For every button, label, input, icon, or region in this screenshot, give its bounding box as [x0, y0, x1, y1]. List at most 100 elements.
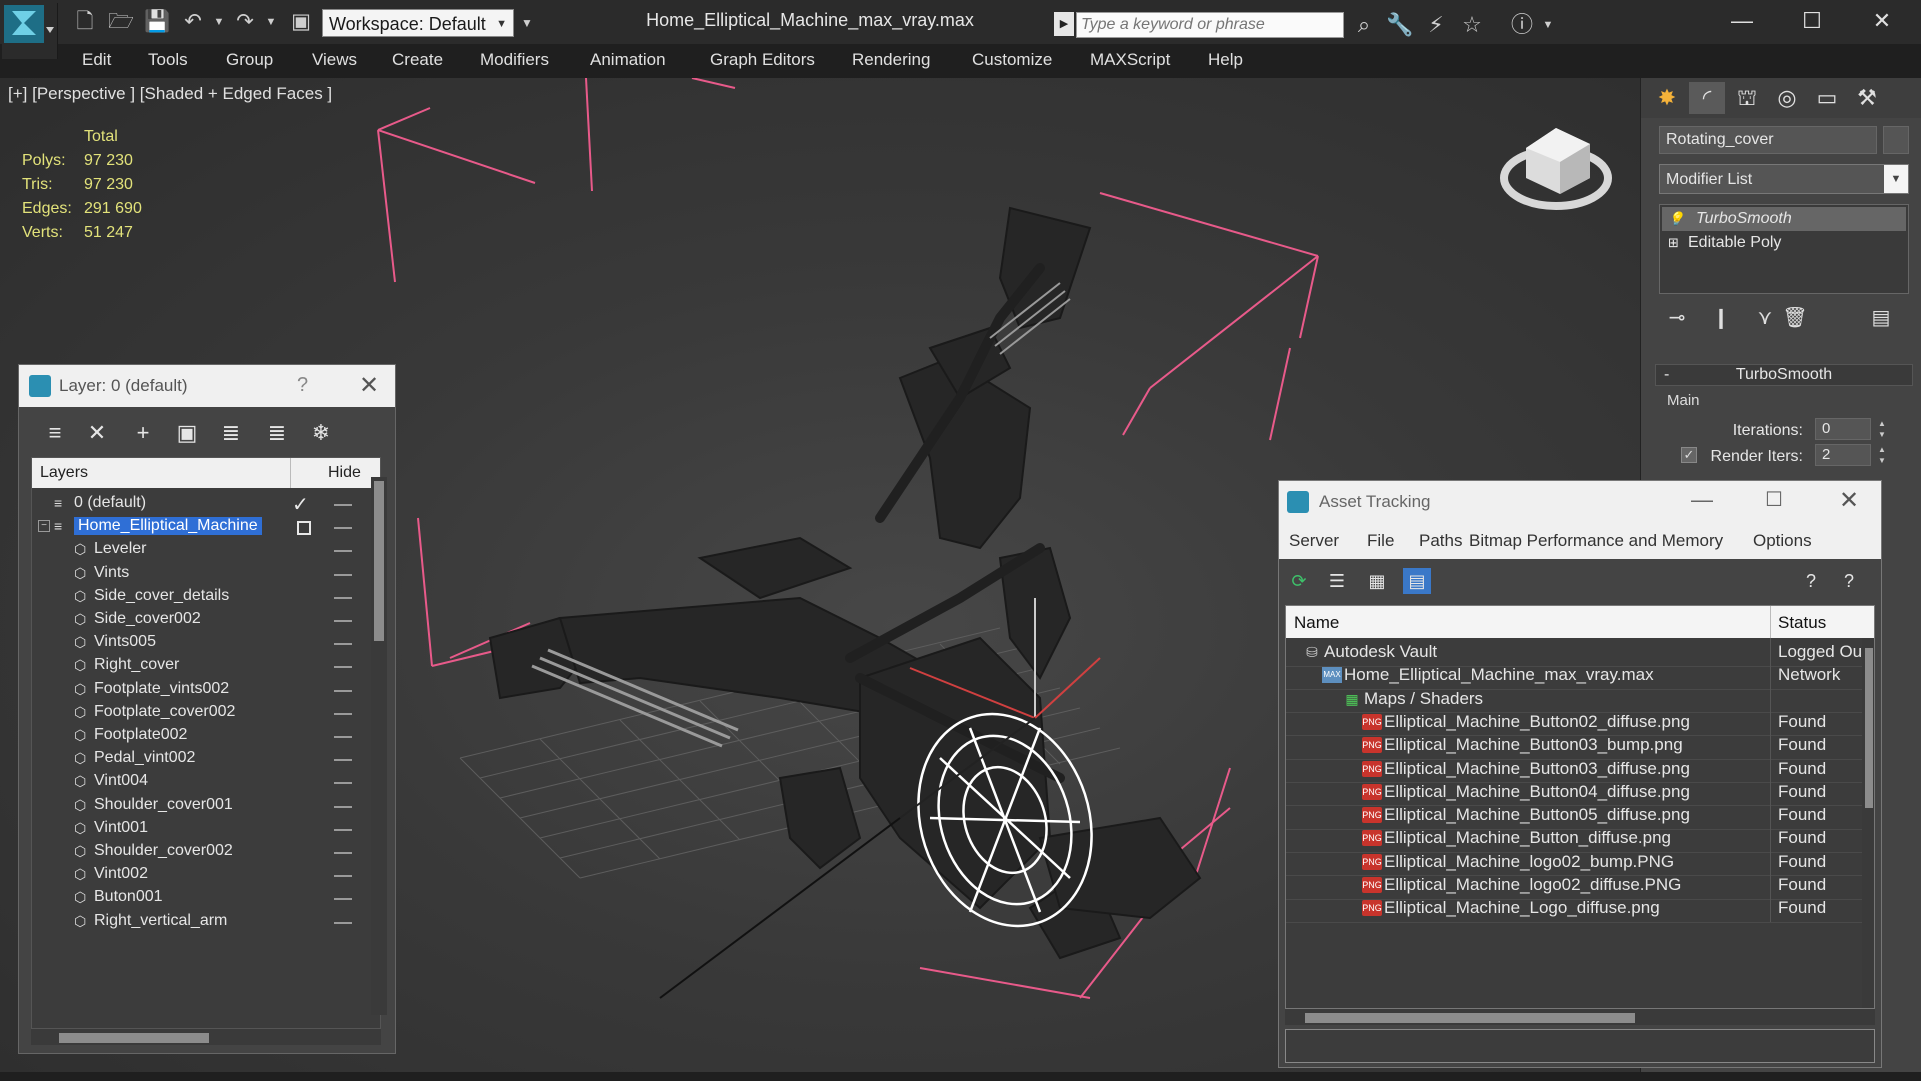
- layer-horizontal-scrollbar[interactable]: [31, 1029, 381, 1045]
- column-layers[interactable]: Layers: [40, 464, 88, 482]
- menu-options[interactable]: Options: [1753, 531, 1812, 551]
- close-icon[interactable]: ✕: [359, 371, 379, 400]
- menu-file[interactable]: File: [1367, 531, 1394, 551]
- render-iters-checkbox[interactable]: ✓: [1681, 447, 1697, 463]
- thumbnail-view-icon[interactable]: ▦: [1363, 568, 1391, 594]
- help-icon[interactable]: ?: [297, 374, 308, 397]
- hierarchy-tab-icon[interactable]: ⛫: [1729, 82, 1765, 114]
- add-to-layer-icon[interactable]: +: [129, 419, 157, 447]
- hide-toggle[interactable]: [334, 550, 352, 553]
- minimize-icon[interactable]: —: [1720, 6, 1764, 36]
- select-objects-icon[interactable]: ▣: [173, 419, 201, 447]
- hide-toggle[interactable]: [334, 504, 352, 506]
- menu-maxscript[interactable]: MAXScript: [1090, 50, 1170, 70]
- iterations-spinner[interactable]: 0: [1815, 418, 1871, 440]
- scrollbar-thumb[interactable]: [59, 1033, 209, 1043]
- save-icon[interactable]: 💾: [144, 10, 170, 34]
- asset-row[interactable]: PNG Elliptical_Machine_Logo_diffuse.png Fo…: [1286, 894, 1862, 923]
- menu-rendering[interactable]: Rendering: [852, 50, 930, 70]
- rollout-header[interactable]: - TurboSmooth: [1655, 364, 1913, 386]
- freeze-all-icon[interactable]: ❄: [307, 419, 335, 447]
- communication-icon[interactable]: ⚡: [1422, 12, 1450, 38]
- expand-plus-icon[interactable]: ⊞: [1668, 231, 1684, 255]
- search-input[interactable]: [1076, 12, 1344, 38]
- configure-sets-icon[interactable]: ▤: [1867, 304, 1895, 332]
- set-current-layer-checkbox[interactable]: [297, 521, 311, 536]
- column-status[interactable]: Status: [1778, 613, 1826, 633]
- menu-server[interactable]: Server: [1289, 531, 1339, 551]
- create-layer-icon[interactable]: ≡: [41, 419, 69, 447]
- new-file-icon[interactable]: 🗋: [72, 10, 98, 34]
- menu-paths[interactable]: Paths: [1419, 531, 1462, 551]
- create-tab-icon[interactable]: ✸: [1649, 82, 1685, 114]
- hide-toggle[interactable]: [334, 759, 352, 762]
- hide-toggle[interactable]: [334, 620, 352, 622]
- remove-modifier-icon[interactable]: 🗑: [1781, 304, 1809, 332]
- table-view-icon[interactable]: ▤: [1403, 568, 1431, 594]
- hide-toggle[interactable]: [334, 898, 352, 901]
- redo-dropdown-icon[interactable]: ▼: [258, 10, 284, 34]
- layer-dialog-titlebar[interactable]: Layer: 0 (default) ? ✕: [19, 365, 395, 407]
- hide-toggle[interactable]: [334, 875, 352, 878]
- hide-toggle[interactable]: [334, 527, 352, 530]
- pin-stack-icon[interactable]: ⊸: [1663, 304, 1691, 332]
- help-icon[interactable]: ?: [1797, 568, 1825, 594]
- hide-toggle[interactable]: [334, 828, 352, 831]
- minimize-icon[interactable]: —: [1691, 487, 1713, 513]
- help-icon[interactable]: ⓘ: [1508, 12, 1536, 38]
- help-dropdown-icon[interactable]: ▼: [1534, 12, 1562, 38]
- object-name-field[interactable]: [1659, 126, 1877, 154]
- column-name[interactable]: Name: [1294, 613, 1339, 633]
- list-view-icon[interactable]: ☰: [1323, 568, 1351, 594]
- workspace-select[interactable]: Workspace: Default ▼: [322, 9, 514, 37]
- stack-item-turbosmooth[interactable]: 💡 TurboSmooth: [1662, 207, 1906, 231]
- lightbulb-icon[interactable]: 💡: [1668, 207, 1684, 231]
- render-iters-spinner[interactable]: 2: [1815, 444, 1871, 466]
- scrollbar-thumb[interactable]: [1305, 1013, 1635, 1023]
- hide-toggle[interactable]: [334, 736, 352, 738]
- menu-edit[interactable]: Edit: [82, 50, 111, 70]
- menu-views[interactable]: Views: [312, 50, 357, 70]
- hide-toggle[interactable]: [334, 782, 352, 785]
- menu-modifiers[interactable]: Modifiers: [480, 50, 549, 70]
- show-end-result-icon[interactable]: ❙: [1707, 304, 1735, 332]
- modifier-list-dropdown[interactable]: Modifier List ▼: [1659, 164, 1909, 194]
- collapse-icon[interactable]: −: [38, 520, 50, 533]
- hide-toggle[interactable]: [334, 596, 352, 599]
- modify-tab-icon[interactable]: ◜: [1689, 82, 1725, 114]
- utilities-tab-icon[interactable]: ⚒: [1849, 82, 1885, 114]
- redo-icon[interactable]: ↷: [232, 10, 258, 34]
- make-unique-icon[interactable]: ⋎: [1751, 304, 1779, 332]
- delete-layer-icon[interactable]: ✕: [83, 419, 111, 447]
- maximize-icon[interactable]: ☐: [1790, 6, 1834, 36]
- undo-icon[interactable]: ↶: [180, 10, 206, 34]
- workspace-menu-icon[interactable]: ▼: [516, 12, 538, 34]
- spinner-arrows-icon[interactable]: ▲ ▼: [1875, 444, 1889, 466]
- hide-toggle[interactable]: [334, 573, 352, 576]
- menu-group[interactable]: Group: [226, 50, 273, 70]
- hide-all-icon[interactable]: ≣: [263, 419, 291, 447]
- menu-bitmap-performance[interactable]: Bitmap Performance and Memory: [1469, 531, 1723, 551]
- menu-graph-editors[interactable]: Graph Editors: [710, 50, 815, 70]
- wrench-icon[interactable]: 🔧: [1386, 12, 1414, 38]
- hide-toggle[interactable]: [334, 852, 352, 854]
- search-expand-icon[interactable]: ▶: [1054, 12, 1074, 36]
- close-icon[interactable]: ✕: [1860, 6, 1904, 36]
- scrollbar-thumb[interactable]: [1865, 648, 1873, 808]
- close-icon[interactable]: ✕: [1839, 486, 1859, 515]
- hide-toggle[interactable]: [334, 712, 352, 715]
- object-color-swatch[interactable]: [1883, 126, 1909, 154]
- menu-animation[interactable]: Animation: [590, 50, 666, 70]
- hide-toggle[interactable]: [334, 921, 352, 924]
- asset-dialog-titlebar[interactable]: Asset Tracking — ☐ ✕: [1279, 481, 1881, 523]
- display-tab-icon[interactable]: ▭: [1809, 82, 1845, 114]
- menu-tools[interactable]: Tools: [148, 50, 188, 70]
- hide-toggle[interactable]: [334, 643, 352, 646]
- help-context-icon[interactable]: ?: [1835, 568, 1863, 594]
- refresh-icon[interactable]: ⟳: [1285, 568, 1313, 594]
- asset-vertical-scrollbar[interactable]: [1862, 638, 1874, 1008]
- menu-create[interactable]: Create: [392, 50, 443, 70]
- scrollbar-thumb[interactable]: [374, 481, 384, 641]
- menu-help[interactable]: Help: [1208, 50, 1243, 70]
- open-file-icon[interactable]: 🗁: [108, 10, 134, 34]
